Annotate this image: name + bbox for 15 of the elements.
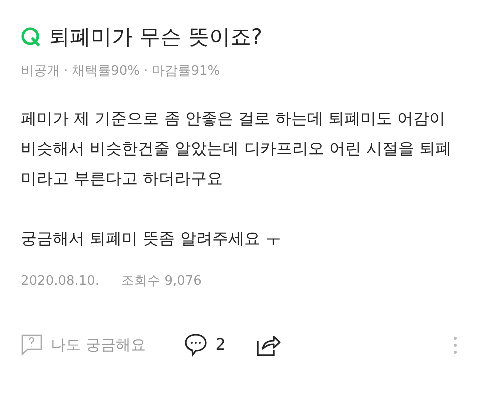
question-title: 퇴폐미가 무슨 뜻이죠? [49,24,262,51]
meta-text: 마감률91% [152,63,220,81]
separator-dot: · [144,63,148,81]
question-body-paragraph: 페미가 제 기준으로 좀 안좋은 걸로 하는데 퇴폐미도 어감이 비슷해서 비슷한건줄 알았는데 디카프리오 어린 시절을 퇴폐미라고 부른다고 하더라구요 [21,108,453,190]
meta-text: 채택률90% [72,63,140,81]
comment-icon [184,333,208,357]
meta-text: 비공개 [21,63,60,81]
question-body-paragraph: 궁금해서 퇴폐미 뜻좀 알려주세요 ㅜ [21,228,282,250]
separator-dot: · [64,63,68,81]
share-icon [256,333,282,357]
post-date: 2020.08.10. [21,272,100,290]
share-button[interactable] [256,333,282,357]
view-count: 조회수 9,076 [122,272,202,290]
question-bubble-icon [21,334,43,356]
comment-button[interactable]: 2 [184,333,226,357]
